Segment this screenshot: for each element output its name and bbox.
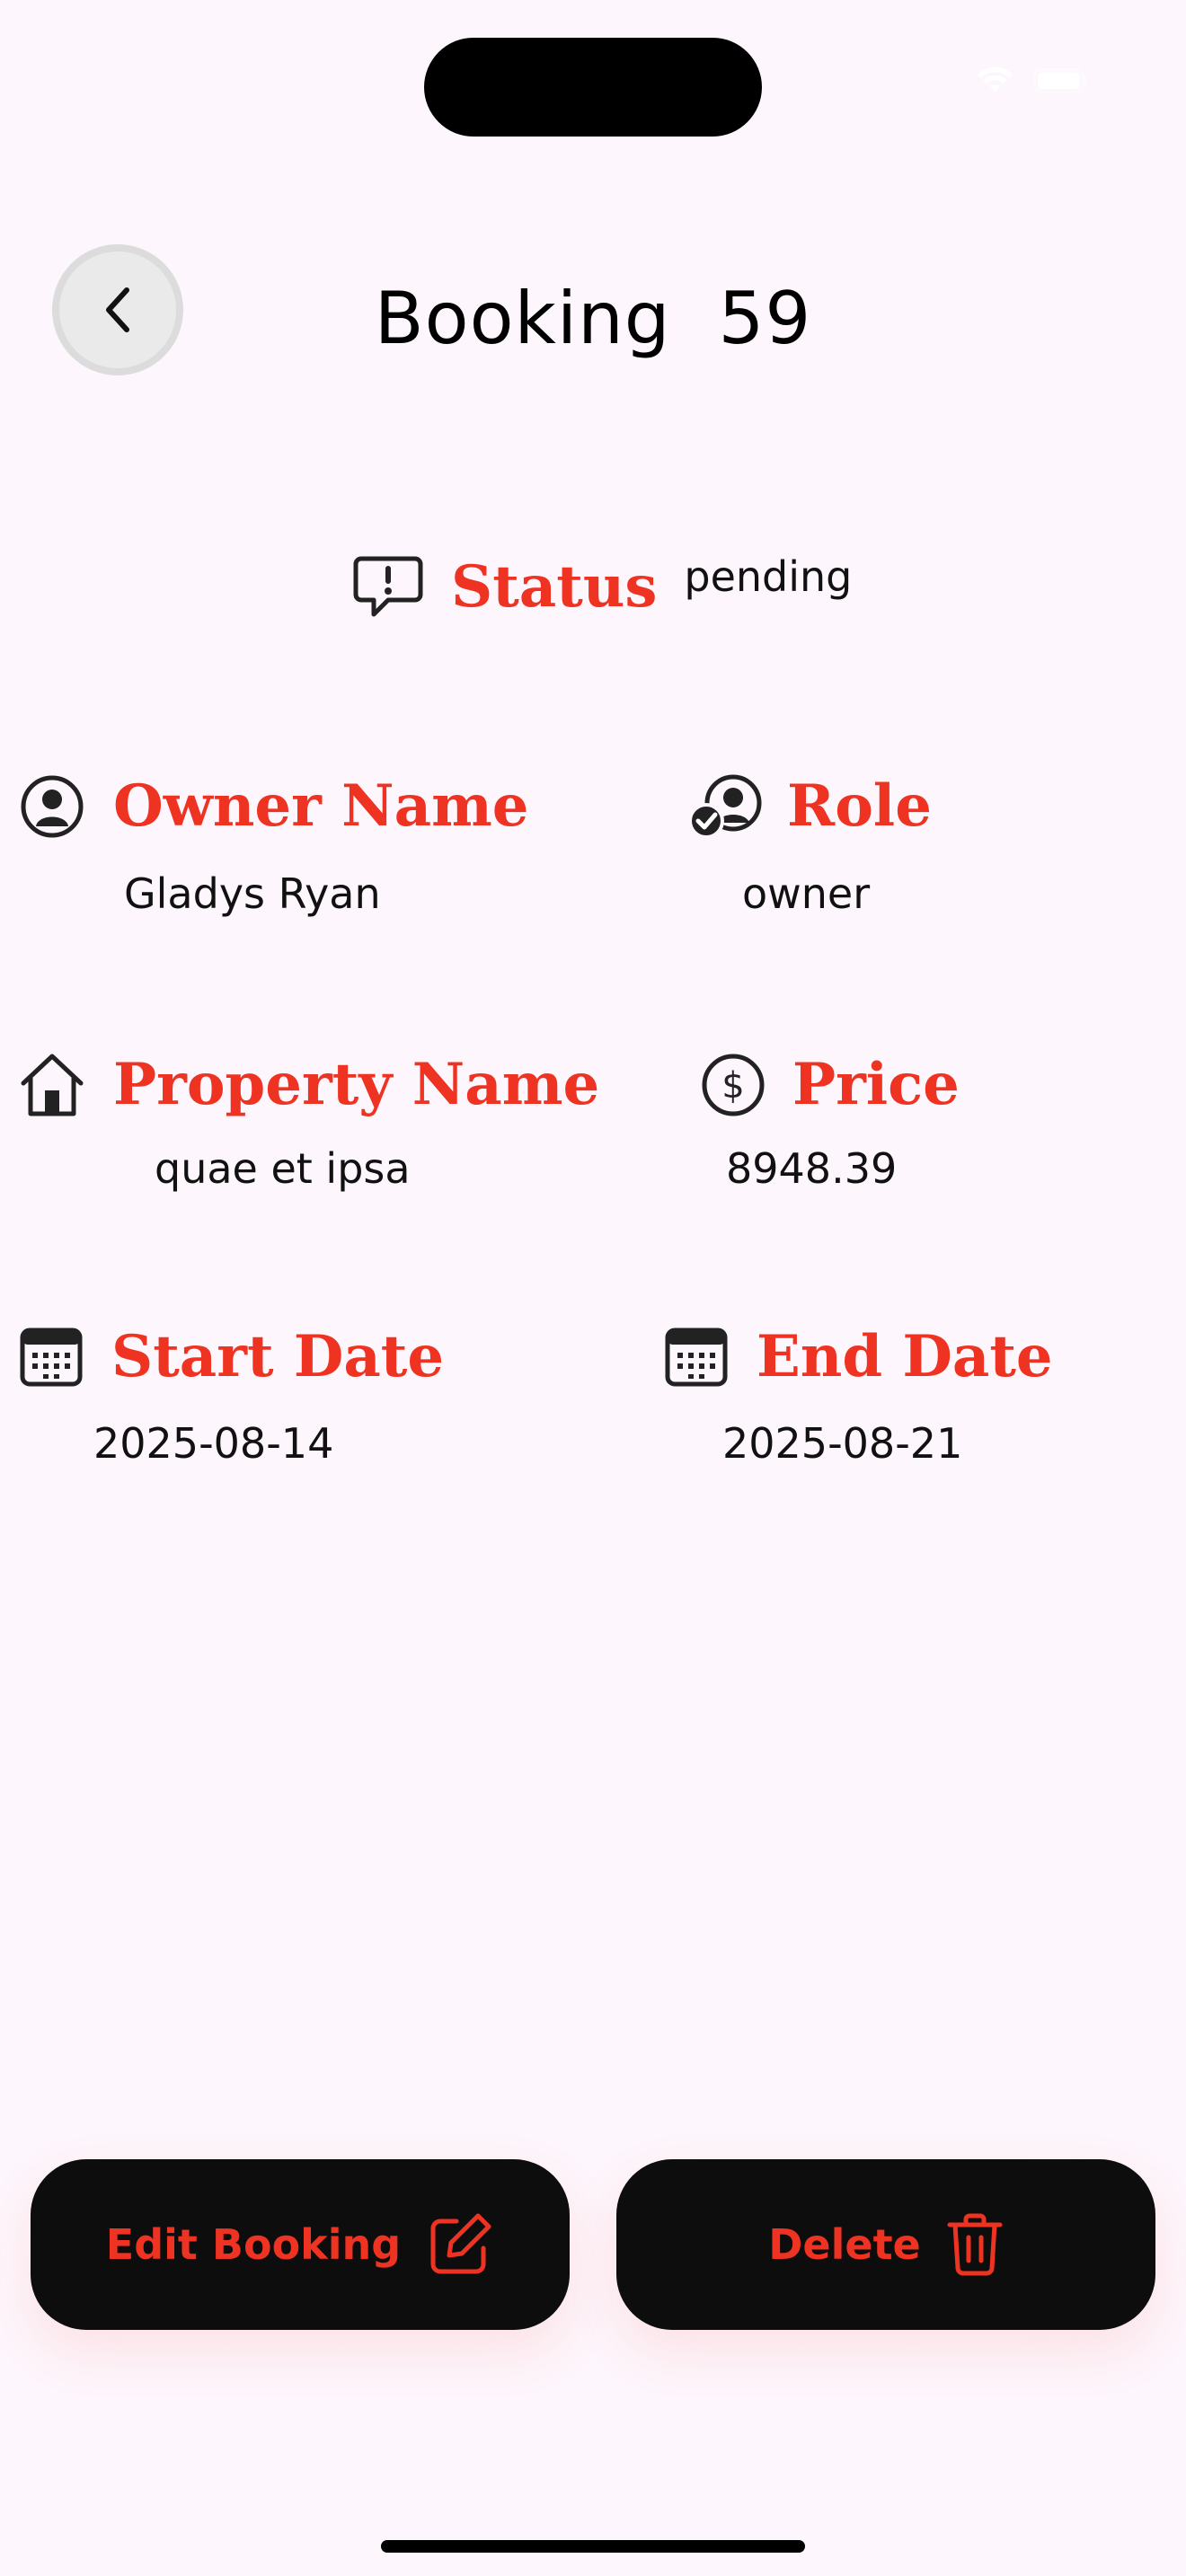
- user-check-icon: [688, 774, 766, 839]
- alert-message-icon: [352, 553, 424, 622]
- calendar-icon: [665, 1328, 728, 1387]
- house-icon: [18, 1051, 86, 1119]
- end-date-label: End Date: [757, 1323, 1053, 1390]
- owner-name-label-row: Owner Name: [20, 774, 529, 839]
- status-bar-icons: [916, 63, 1087, 99]
- status-label: Status: [451, 553, 658, 621]
- status-value: pending: [684, 552, 853, 601]
- calendar-icon: [20, 1328, 83, 1387]
- end-date-label-row: End Date: [665, 1328, 1053, 1387]
- dollar-circle-icon: $: [701, 1053, 766, 1117]
- end-date-value: 2025-08-21: [722, 1419, 963, 1468]
- edit-booking-button[interactable]: Edit Booking: [31, 2159, 570, 2330]
- price-value: 8948.39: [726, 1144, 898, 1193]
- start-date-value: 2025-08-14: [93, 1419, 334, 1468]
- home-indicator[interactable]: [381, 2540, 805, 2553]
- user-circle-icon: [20, 774, 84, 839]
- start-date-label-row: Start Date: [20, 1328, 444, 1387]
- owner-name-value: Gladys Ryan: [124, 869, 381, 918]
- role-value: owner: [742, 869, 871, 918]
- edit-icon: [426, 2210, 494, 2279]
- owner-name-label: Owner Name: [113, 772, 529, 840]
- property-name-label-row: Property Name: [18, 1051, 599, 1119]
- price-label: Price: [792, 1051, 960, 1118]
- property-name-value: quae et ipsa: [155, 1144, 411, 1193]
- battery-icon: [1033, 68, 1087, 93]
- status-row: Status pending: [352, 543, 852, 632]
- svg-text:$: $: [721, 1065, 744, 1107]
- delete-label: Delete: [768, 2220, 921, 2269]
- status-bar-time: 3:37: [171, 57, 265, 109]
- dynamic-island: [424, 38, 762, 137]
- page-title: Booking 59: [374, 277, 812, 360]
- signal-icon: [916, 68, 955, 93]
- property-name-label: Property Name: [113, 1051, 600, 1118]
- price-label-row: $ Price: [701, 1053, 960, 1117]
- role-label: Role: [787, 772, 932, 840]
- edit-booking-label: Edit Booking: [105, 2220, 402, 2269]
- trash-icon: [946, 2212, 1004, 2277]
- wifi-icon: [977, 66, 1013, 93]
- role-label-row: Role: [688, 774, 932, 839]
- delete-button[interactable]: Delete: [616, 2159, 1155, 2330]
- start-date-label: Start Date: [111, 1323, 445, 1390]
